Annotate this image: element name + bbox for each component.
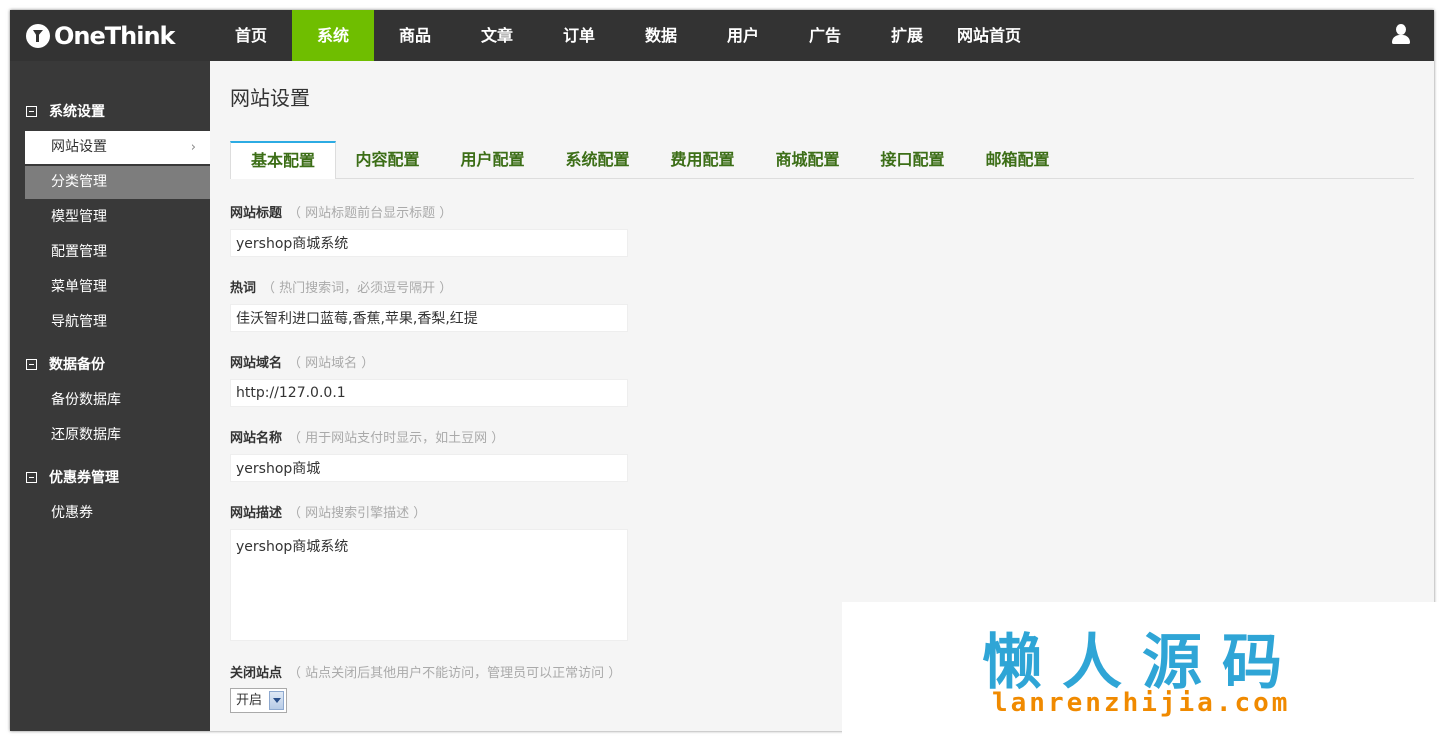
hint-text: （ 网站标题前台显示标题 ） [288,206,453,221]
field-label-close-site: 关闭站点 （ 站点关闭后其他用户不能访问，管理员可以正常访问 ） [230,662,621,681]
sidebar-item-menu[interactable]: 菜单管理 [25,271,210,304]
collapse-icon [26,471,37,483]
field-label-site-title: 网站标题 （ 网站标题前台显示标题 ） [230,202,452,221]
user-icon[interactable] [1390,24,1412,46]
watermark-en: lanrenzhijia.com [992,688,1291,718]
sidebar-group-label: 系统设置 [49,104,105,120]
site-title-input[interactable] [230,229,628,257]
top-navbar: OneThink 首页 系统 商品 文章 订单 数据 用户 广告 扩展 网站首页 [10,10,1434,61]
collapse-icon [26,358,37,370]
logo-icon [26,24,50,48]
tab-system[interactable]: 系统配置 [545,141,650,178]
collapse-icon [26,105,37,117]
sidebar-item-restore-db[interactable]: 还原数据库 [25,419,210,452]
logo[interactable]: OneThink [26,22,175,50]
nav-goods[interactable]: 商品 [374,10,456,61]
hint-text: （ 热门搜索词，必须逗号隔开 ） [262,281,453,296]
sidebar-item-navigation[interactable]: 导航管理 [25,306,210,339]
sidebar-item-backup-db[interactable]: 备份数据库 [25,384,210,417]
nav-data[interactable]: 数据 [620,10,702,61]
sidebar-group-label: 数据备份 [49,357,105,373]
sidebar: 系统设置 网站设置 › 分类管理 模型管理 配置管理 菜单管理 导航管理 数据备… [10,61,210,731]
sidebar-item-coupon[interactable]: 优惠券 [25,497,210,530]
tab-content[interactable]: 内容配置 [335,141,440,178]
chevron-right-icon: › [190,140,196,155]
nav-system[interactable]: 系统 [292,10,374,61]
tab-basic[interactable]: 基本配置 [230,141,336,179]
dropdown-arrow-icon [269,691,284,710]
sidebar-item-model[interactable]: 模型管理 [25,201,210,234]
sidebar-item-site-settings[interactable]: 网站设置 › [25,131,210,164]
hot-words-input[interactable] [230,304,628,332]
label-text: 网站标题 [230,206,283,221]
nav-articles[interactable]: 文章 [456,10,538,61]
watermark: 懒人源码 lanrenzhijia.com [842,602,1442,739]
nav-home[interactable]: 首页 [210,10,292,61]
sidebar-group-coupons[interactable]: 优惠券管理 [26,467,119,487]
tab-api[interactable]: 接口配置 [860,141,965,178]
page-title: 网站设置 [230,86,310,110]
nav-orders[interactable]: 订单 [538,10,620,61]
description-textarea[interactable]: yershop商城系统 [230,529,628,641]
tab-email[interactable]: 邮箱配置 [965,141,1070,178]
field-label-hot-words: 热词 （ 热门搜索词，必须逗号隔开 ） [230,277,452,296]
field-label-domain: 网站域名 （ 网站域名 ） [230,352,374,371]
logo-text: OneThink [54,22,175,50]
field-label-site-name: 网站名称 （ 用于网站支付时显示，如土豆网 ） [230,427,504,446]
nav-site-home[interactable]: 网站首页 [948,10,1030,61]
hint-text: （ 网站搜索引擎描述 ） [288,506,427,521]
nav-users[interactable]: 用户 [702,10,784,61]
tab-mall[interactable]: 商城配置 [755,141,860,178]
domain-input[interactable] [230,379,628,407]
sidebar-group-backup[interactable]: 数据备份 [26,354,105,374]
tab-user[interactable]: 用户配置 [440,141,545,178]
tab-fees[interactable]: 费用配置 [650,141,755,178]
hint-text: （ 站点关闭后其他用户不能访问，管理员可以正常访问 ） [288,666,622,681]
label-text: 热词 [230,281,257,296]
close-site-select[interactable]: 开启 [230,688,287,713]
label-text: 网站描述 [230,506,283,521]
sidebar-group-system-settings[interactable]: 系统设置 [26,101,105,121]
site-name-input[interactable] [230,454,628,482]
sidebar-item-config[interactable]: 配置管理 [25,236,210,269]
nav-ads[interactable]: 广告 [784,10,866,61]
select-value: 开启 [236,693,263,708]
main-nav: 首页 系统 商品 文章 订单 数据 用户 广告 扩展 网站首页 [210,10,1030,61]
hint-text: （ 网站域名 ） [288,356,375,371]
nav-extensions[interactable]: 扩展 [866,10,948,61]
label-text: 网站名称 [230,431,283,446]
field-label-description: 网站描述 （ 网站搜索引擎描述 ） [230,502,426,521]
hint-text: （ 用于网站支付时显示，如土豆网 ） [288,431,505,446]
sidebar-item-category[interactable]: 分类管理 [25,166,210,199]
sidebar-item-label: 网站设置 [51,139,107,155]
sidebar-group-label: 优惠券管理 [49,470,119,486]
label-text: 网站域名 [230,356,283,371]
config-tabs: 基本配置 内容配置 用户配置 系统配置 费用配置 商城配置 接口配置 邮箱配置 [230,141,1414,179]
label-text: 关闭站点 [230,666,283,681]
